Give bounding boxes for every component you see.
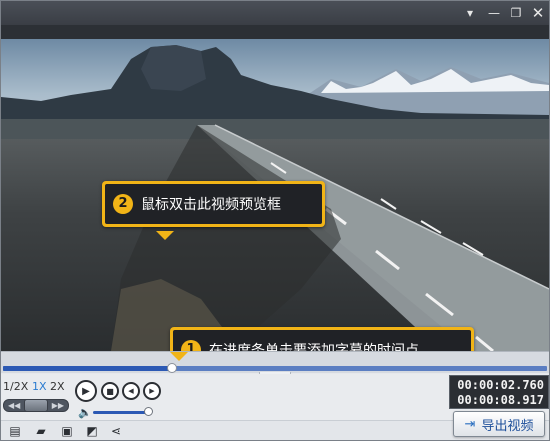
speed-1x-option[interactable]: 1X	[32, 380, 47, 393]
time-display: 00:00:02.760 00:00:08.917	[449, 375, 549, 409]
next-frame-button[interactable]: ▶	[143, 382, 161, 400]
callout-text: 鼠标双击此视频预览框	[141, 197, 281, 213]
callout-pointer-arrow	[170, 352, 188, 361]
play-icon: ▶	[82, 385, 90, 397]
volume-slider-thumb[interactable]	[144, 407, 153, 416]
share-icon[interactable]: ⋖	[108, 423, 124, 439]
callout-inner: 2 鼠标双击此视频预览框	[105, 184, 322, 224]
rewind-icon: ◀◀	[8, 401, 21, 410]
volume-slider-track[interactable]	[93, 411, 150, 414]
minimize-icon[interactable]: —	[485, 4, 503, 22]
timeline-played	[3, 366, 172, 371]
export-icon: ⇥	[464, 416, 476, 432]
stop-icon: ■	[106, 386, 114, 396]
app-window: ▾ — ❐ ✕ 2 鼠标双击此视频预览框 1 在进度条单击要添加字幕的时间点 1…	[0, 0, 550, 441]
export-video-button[interactable]: ⇥ 导出视频	[453, 411, 545, 437]
callout-inner: 1 在进度条单击要添加字幕的时间点	[173, 330, 471, 351]
callout-double-click-preview: 2 鼠标双击此视频预览框	[102, 181, 325, 227]
restore-icon[interactable]: ❐	[507, 4, 525, 22]
speed-slider[interactable]: ◀◀ ▶▶	[3, 399, 69, 412]
previous-frame-button[interactable]: ◀	[122, 382, 140, 400]
step-number-badge: 2	[113, 194, 133, 214]
callout-text: 在进度条单击要添加字幕的时间点	[209, 343, 419, 351]
speed-half-option[interactable]: 1/2X	[3, 380, 28, 393]
video-top-strip	[1, 25, 549, 39]
previous-frame-icon: ◀	[128, 387, 134, 395]
progress-timeline[interactable]: ⌄	[1, 351, 549, 381]
play-button[interactable]: ▶	[75, 380, 97, 402]
video-preview[interactable]: 2 鼠标双击此视频预览框 1 在进度条单击要添加字幕的时间点	[1, 25, 549, 351]
open-folder-icon[interactable]: ▰	[33, 423, 49, 439]
export-video-label: 导出视频	[481, 418, 534, 434]
close-icon[interactable]: ✕	[529, 4, 547, 22]
next-frame-icon: ▶	[149, 387, 155, 395]
callout-click-progress-bar: 1 在进度条单击要添加字幕的时间点	[170, 327, 474, 351]
total-time: 00:00:08.917	[457, 393, 544, 407]
stop-button[interactable]: ■	[101, 382, 119, 400]
save-as-icon[interactable]: ◩	[84, 423, 100, 439]
current-time: 00:00:02.760	[457, 378, 544, 392]
fast-forward-icon: ▶▶	[51, 401, 64, 410]
callout-pointer-arrow	[156, 231, 174, 240]
step-number-badge: 1	[181, 340, 201, 351]
speed-slider-thumb[interactable]	[24, 399, 48, 412]
playhead-handle[interactable]	[167, 363, 177, 373]
volume-icon[interactable]: 🔈	[78, 406, 92, 419]
title-bar: ▾ — ❐ ✕	[1, 1, 549, 25]
new-project-icon[interactable]: ▤	[7, 423, 23, 439]
save-icon[interactable]: ▣	[59, 423, 75, 439]
speed-2x-option[interactable]: 2X	[50, 380, 65, 393]
dropdown-triangle-icon[interactable]: ▾	[461, 4, 479, 22]
